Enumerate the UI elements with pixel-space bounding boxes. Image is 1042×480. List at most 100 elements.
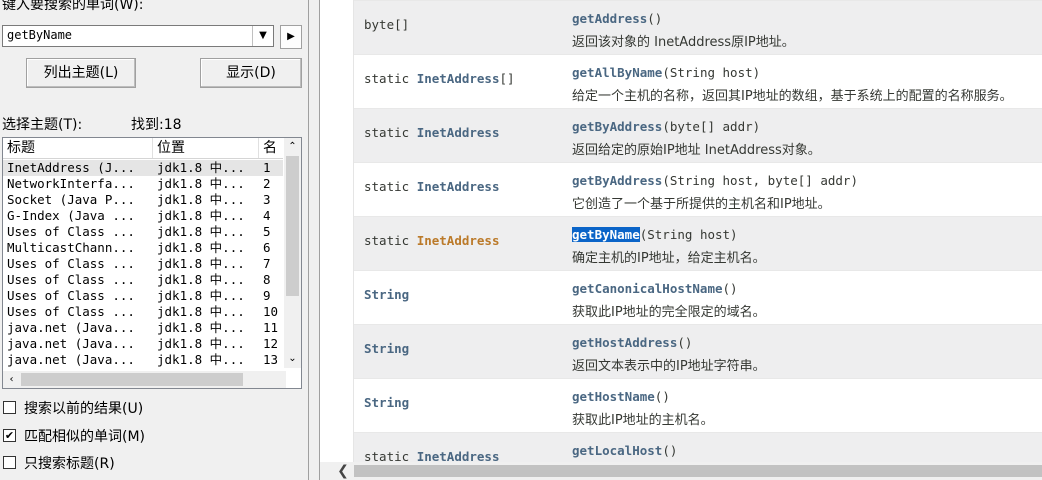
method-row: byte[] getAddress() 返回该对象的 InetAddress原IP地…	[354, 0, 1042, 54]
results-list[interactable]: 标题 位置 名 InetAddress (J... jdk1.8 中... 1 Net…	[2, 137, 302, 389]
list-item[interactable]: MulticastChann... jdk1.8 中... 6	[3, 240, 283, 256]
method-description: 给定一个主机的名称，返回其IP地址的数组，基于系统上的配置的名称服务。	[572, 89, 1013, 104]
method-name-link[interactable]: getHostAddress	[572, 335, 677, 350]
keyword-input[interactable]: getByName	[7, 28, 72, 42]
method-signature: getByAddress(byte[] addr)	[572, 119, 821, 134]
method-params: (String host)	[639, 227, 738, 242]
titles-only-checkbox[interactable]	[3, 456, 16, 469]
scroll-left-icon[interactable]: ❮	[334, 462, 352, 480]
list-item-title: java.net (Java...	[7, 336, 135, 351]
return-type-link[interactable]: InetAddress	[417, 233, 500, 248]
list-item-title: Uses of Class ...	[7, 224, 135, 239]
method-row: static InetAddress getByAddress(byte[] ad…	[354, 108, 1042, 162]
keyword-combobox[interactable]: getByName ▼	[2, 25, 274, 47]
method-cell: getAllByName(String host) 给定一个主机的名称，返回其IP…	[572, 65, 1013, 104]
return-type-link[interactable]: String	[364, 287, 409, 302]
list-item[interactable]: Uses of Class ... jdk1.8 中... 10	[3, 304, 283, 320]
return-type-cell: String	[364, 287, 409, 302]
method-params: (String host)	[662, 65, 761, 80]
method-params: (byte[] addr)	[662, 119, 761, 134]
return-type-link[interactable]: InetAddress	[417, 125, 500, 140]
list-item[interactable]: Uses of Class ... jdk1.8 中... 7	[3, 256, 283, 272]
list-item-location: jdk1.8 中...	[157, 304, 245, 319]
method-cell: getCanonicalHostName() 获取此IP地址的完全限定的域名。	[572, 281, 766, 320]
scroll-left-icon[interactable]: ‹	[3, 371, 20, 388]
method-name-link[interactable]: getHostName	[572, 389, 655, 404]
list-item[interactable]: Uses of Class ... jdk1.8 中... 8	[3, 272, 283, 288]
method-signature: getHostAddress()	[572, 335, 766, 350]
method-params: ()	[662, 443, 678, 458]
scroll-thumb[interactable]	[286, 156, 299, 296]
found-count: 找到:18	[131, 117, 182, 133]
method-cell: getByAddress(byte[] addr) 返回给定的原始IP地址 Ine…	[572, 119, 821, 158]
search-previous-checkbox[interactable]	[3, 401, 16, 414]
content-gutter	[320, 0, 354, 480]
method-cell: getHostAddress() 返回文本表示中的IP地址字符串。	[572, 335, 766, 374]
list-topics-button[interactable]: 列出主题(L)	[26, 58, 136, 88]
method-name-link[interactable]: getByAddress	[572, 119, 662, 134]
method-name-link[interactable]: getAllByName	[572, 65, 662, 80]
list-item-location: jdk1.8 中...	[157, 352, 245, 367]
list-item[interactable]: java.net (Java... jdk1.8 中... 13	[3, 352, 283, 368]
method-name-link[interactable]: getByName	[572, 227, 640, 242]
column-header-title[interactable]: 标题	[3, 138, 153, 158]
display-button[interactable]: 显示(D)	[200, 58, 302, 88]
results-header: 标题 位置 名	[3, 138, 285, 159]
scroll-thumb[interactable]	[354, 465, 1042, 477]
match-similar-checkbox[interactable]: ✔	[3, 429, 16, 442]
content-horizontal-scrollbar[interactable]: ❮	[320, 462, 1042, 480]
return-type-link[interactable]: String	[364, 341, 409, 356]
list-item[interactable]: Uses of Class ... jdk1.8 中... 9	[3, 288, 283, 304]
match-similar-label[interactable]: 匹配相似的单词(M)	[24, 426, 145, 446]
method-signature: getByAddress(String host, byte[] addr)	[572, 173, 858, 188]
scroll-down-icon[interactable]: ⌄	[284, 350, 301, 367]
list-item-location: jdk1.8 中...	[157, 208, 245, 223]
pane-splitter[interactable]	[308, 0, 320, 480]
results-rows: InetAddress (J... jdk1.8 中... 1 NetworkInte…	[3, 160, 283, 368]
method-cell: getAddress() 返回该对象的 InetAddress原IP地址。	[572, 11, 795, 50]
list-item[interactable]: Uses of Class ... jdk1.8 中... 5	[3, 224, 283, 240]
method-signature: getAllByName(String host)	[572, 65, 1013, 80]
method-name-link[interactable]: getCanonicalHostName	[572, 281, 723, 296]
results-horizontal-scrollbar[interactable]: ‹	[3, 371, 286, 388]
content-pane: byte[] getAddress() 返回该对象的 InetAddress原IP地…	[320, 0, 1042, 480]
checkmark-icon: ✔	[4, 429, 15, 442]
method-row: String getHostAddress() 返回文本表示中的IP地址字符串。	[354, 324, 1042, 378]
return-type-cell: String	[364, 341, 409, 356]
list-item-title: Uses of Class ...	[7, 288, 135, 303]
list-item[interactable]: NetworkInterfa... jdk1.8 中... 2	[3, 176, 283, 192]
titles-only-label[interactable]: 只搜索标题(R)	[24, 453, 115, 473]
return-type-cell: static InetAddress	[364, 179, 499, 194]
list-item[interactable]: java.net (Java... jdk1.8 中... 11	[3, 320, 283, 336]
method-cell: getByName(String host) 确定主机的IP地址，给定主机名。	[572, 227, 766, 266]
scroll-up-icon[interactable]: ⌃	[284, 138, 301, 155]
search-previous-label[interactable]: 搜索以前的结果(U)	[24, 398, 143, 418]
column-header-location[interactable]: 位置	[153, 138, 259, 158]
modifier: byte[]	[364, 17, 410, 32]
method-params: ()	[654, 389, 670, 404]
modifier: static	[364, 179, 417, 194]
method-params: ()	[722, 281, 738, 296]
list-item[interactable]: Socket (Java P... jdk1.8 中... 3	[3, 192, 283, 208]
go-button[interactable]: ▶	[280, 25, 302, 49]
results-vertical-scrollbar[interactable]: ⌃ ⌄	[284, 138, 301, 368]
method-signature: getLocalHost()	[572, 443, 677, 458]
list-item[interactable]: G-Index (Java ... jdk1.8 中... 4	[3, 208, 283, 224]
list-item-location: jdk1.8 中...	[157, 240, 245, 255]
method-cell: getHostName() 获取此IP地址的主机名。	[572, 389, 714, 428]
list-item-location: jdk1.8 中...	[157, 288, 245, 303]
method-signature: getByName(String host)	[572, 227, 766, 242]
scroll-thumb[interactable]	[21, 373, 243, 386]
list-item[interactable]: java.net (Java... jdk1.8 中... 12	[3, 336, 283, 352]
method-name-link[interactable]: getAddress	[572, 11, 647, 26]
list-item-title: NetworkInterfa...	[7, 176, 135, 191]
method-name-link[interactable]: getByAddress	[572, 173, 662, 188]
return-type-link[interactable]: String	[364, 395, 409, 410]
method-description: 返回文本表示中的IP地址字符串。	[572, 359, 766, 374]
column-header-rank[interactable]: 名	[259, 138, 285, 158]
method-name-link[interactable]: getLocalHost	[572, 443, 662, 458]
list-item[interactable]: InetAddress (J... jdk1.8 中... 1	[3, 160, 283, 176]
return-type-link[interactable]: InetAddress	[417, 71, 500, 86]
chevron-down-icon[interactable]: ▼	[252, 26, 273, 46]
return-type-link[interactable]: InetAddress	[417, 179, 500, 194]
